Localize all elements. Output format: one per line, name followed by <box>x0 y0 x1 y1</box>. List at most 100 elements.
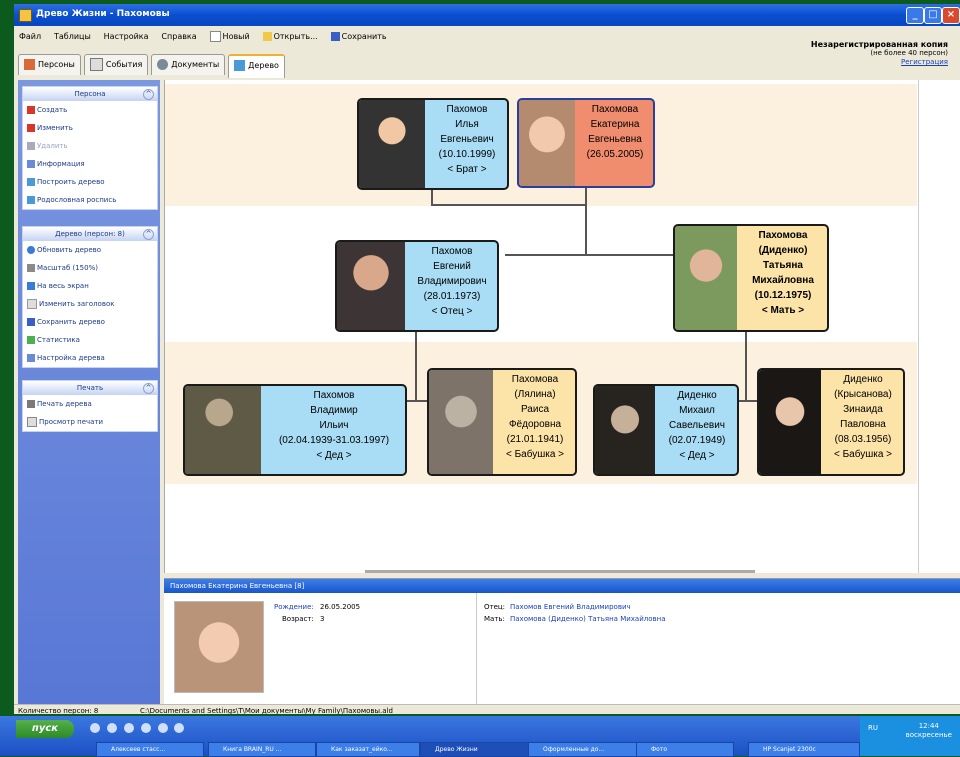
person-patronymic: Ильич <box>319 420 349 431</box>
person-card-maternal-grandfather[interactable]: Диденко Михаил Савельевич (02.07.1949) <… <box>593 384 739 476</box>
sidebar-item-pedigree[interactable]: Родословная роспись <box>23 191 157 209</box>
tab-persons[interactable]: Персоны <box>18 54 81 75</box>
taskbar-item[interactable]: НР Scanjet 2300c <box>748 742 860 757</box>
person-first-name: Евгений <box>433 261 471 272</box>
person-info: Пахомова Екатерина Евгеньевна (26.05.200… <box>577 100 653 162</box>
sidebar-item-label: Удалить <box>37 142 68 150</box>
sidebar-item-create[interactable]: Создать <box>23 101 157 119</box>
person-first-name: Илья <box>455 119 479 130</box>
quick-launch-icon[interactable] <box>106 723 117 733</box>
sidebar-item-zoom[interactable]: Масштаб (150%) <box>23 259 157 277</box>
person-photo <box>595 386 655 474</box>
person-surname: Диденко <box>677 390 717 401</box>
zoom-icon <box>27 264 35 272</box>
person-card-brother[interactable]: Пахомов Илья Евгеньевич (10.10.1999) < Б… <box>357 98 509 190</box>
menu-tables[interactable]: Таблицы <box>49 29 96 44</box>
tab-tree[interactable]: Дерево <box>228 54 285 78</box>
collapse-icon[interactable]: ^ <box>143 89 154 100</box>
person-surname: Пахомов <box>446 104 488 115</box>
taskbar-item[interactable]: Оформленные до... <box>528 742 638 757</box>
family-tree-canvas[interactable]: Пахомов Илья Евгеньевич (10.10.1999) < Б… <box>164 80 960 573</box>
person-photo <box>337 242 405 330</box>
persons-panel-title: Персона <box>74 90 106 98</box>
tab-documents-label: Документы <box>171 60 220 69</box>
taskbar-item-active[interactable]: Древо Жизни <box>420 742 530 757</box>
connector-line <box>415 330 417 402</box>
person-dates: (02.07.1949) <box>668 435 726 446</box>
print-panel-header[interactable]: Печать ^ <box>23 381 157 395</box>
sidebar-item-label: Сохранить дерево <box>37 318 105 326</box>
person-photo <box>359 100 425 188</box>
open-label: Открыть... <box>273 32 318 41</box>
sidebar-item-print-tree[interactable]: Печать дерева <box>23 395 157 413</box>
clock[interactable]: 12:44 воскресенье <box>906 722 952 740</box>
quick-launch-icon[interactable] <box>123 723 134 733</box>
connector-line <box>585 204 587 254</box>
sidebar-item-edit[interactable]: Изменить <box>23 119 157 137</box>
save-button[interactable]: Сохранить <box>326 29 392 44</box>
person-card-paternal-grandmother[interactable]: Пахомова (Лялина) Раиса Фёдоровна (21.01… <box>427 368 577 476</box>
quick-launch-icon[interactable] <box>140 723 151 733</box>
tab-events[interactable]: События <box>83 54 149 75</box>
menu-file[interactable]: Файл <box>14 29 46 44</box>
collapse-icon[interactable]: ^ <box>143 229 154 240</box>
quick-launch-icon[interactable] <box>157 723 168 733</box>
sidebar-item-build-tree[interactable]: Построить дерево <box>23 173 157 191</box>
build-tree-icon <box>27 178 35 186</box>
quick-launch-icon[interactable] <box>174 723 185 733</box>
menu-settings[interactable]: Настройка <box>99 29 154 44</box>
tree-panel-header[interactable]: Дерево (персон: 8) ^ <box>23 227 157 241</box>
person-patronymic: Савельевич <box>668 420 726 431</box>
pedigree-icon <box>27 196 35 204</box>
registration-link[interactable]: Регистрация <box>811 58 948 67</box>
born-label: Рождение: <box>274 603 314 611</box>
sidebar-item-print-preview[interactable]: Просмотр печати <box>23 413 157 431</box>
horizontal-scrollbar[interactable] <box>365 570 755 573</box>
connector-line <box>431 204 587 206</box>
person-card-father[interactable]: Пахомов Евгений Владимирович (28.01.1973… <box>335 240 499 332</box>
sidebar-item-title[interactable]: Изменить заголовок <box>23 295 157 313</box>
sidebar-item-label: Статистика <box>37 336 80 344</box>
taskbar-item[interactable]: Как заказат_ейко... <box>316 742 420 757</box>
new-label: Новый <box>222 32 250 41</box>
menu-help[interactable]: Справка <box>156 29 201 44</box>
person-count: Количество персон: 8 <box>18 707 99 714</box>
taskbar-item[interactable]: Книга BRAIN_RU ... <box>208 742 316 757</box>
father-link[interactable]: Пахомов Евгений Владимирович <box>510 603 631 611</box>
tab-tree-label: Дерево <box>248 61 279 70</box>
close-button[interactable]: × <box>942 7 960 24</box>
sidebar-item-info[interactable]: Информация <box>23 155 157 173</box>
mother-label: Мать: <box>484 615 505 623</box>
person-dates: (02.04.1939-31.03.1997) <box>278 435 390 446</box>
person-card-paternal-grandfather[interactable]: Пахомов Владимир Ильич (02.04.1939-31.03… <box>183 384 407 476</box>
open-button[interactable]: Открыть... <box>258 29 323 44</box>
quick-launch-icon[interactable] <box>90 723 100 733</box>
minimize-button[interactable]: _ <box>906 7 924 24</box>
person-info: Пахомов Илья Евгеньевич (10.10.1999) < Б… <box>427 100 507 177</box>
save-tree-icon <box>27 318 35 326</box>
taskbar-item[interactable]: Алексеев стасс... <box>96 742 204 757</box>
sidebar-item-refresh[interactable]: Обновить дерево <box>23 241 157 259</box>
sidebar-item-save-tree[interactable]: Сохранить дерево <box>23 313 157 331</box>
start-button[interactable]: пуск <box>16 720 74 738</box>
tree-icon <box>234 60 246 71</box>
vertical-scrollbar[interactable] <box>918 80 919 573</box>
new-button[interactable]: Новый <box>205 28 255 45</box>
person-card-maternal-grandmother[interactable]: Диденко (Крысанова) Зинаида Павловна (08… <box>757 368 905 476</box>
person-card-mother[interactable]: Пахомова (Диденко) Татьяна Михайловна (1… <box>673 224 829 332</box>
person-relation: < Бабушка > <box>505 449 565 460</box>
maximize-button[interactable]: □ <box>924 7 942 24</box>
sidebar-item-tree-settings[interactable]: Настройка дерева <box>23 349 157 367</box>
sidebar-item-fullscreen[interactable]: На весь экран <box>23 277 157 295</box>
tab-documents[interactable]: Документы <box>151 54 226 75</box>
collapse-icon[interactable]: ^ <box>143 383 154 394</box>
language-indicator[interactable]: RU <box>868 724 878 732</box>
persons-panel-header[interactable]: Персона ^ <box>23 87 157 101</box>
born-value: 26.05.2005 <box>320 603 361 611</box>
person-card-self[interactable]: Пахомова Екатерина Евгеньевна (26.05.200… <box>517 98 655 188</box>
taskbar-item[interactable]: Фото <box>636 742 734 757</box>
connector-line <box>585 188 587 204</box>
mother-link[interactable]: Пахомова (Диденко) Татьяна Михайловна <box>510 615 666 623</box>
sidebar-item-delete[interactable]: Удалить <box>23 137 157 155</box>
sidebar-item-statistics[interactable]: Статистика <box>23 331 157 349</box>
